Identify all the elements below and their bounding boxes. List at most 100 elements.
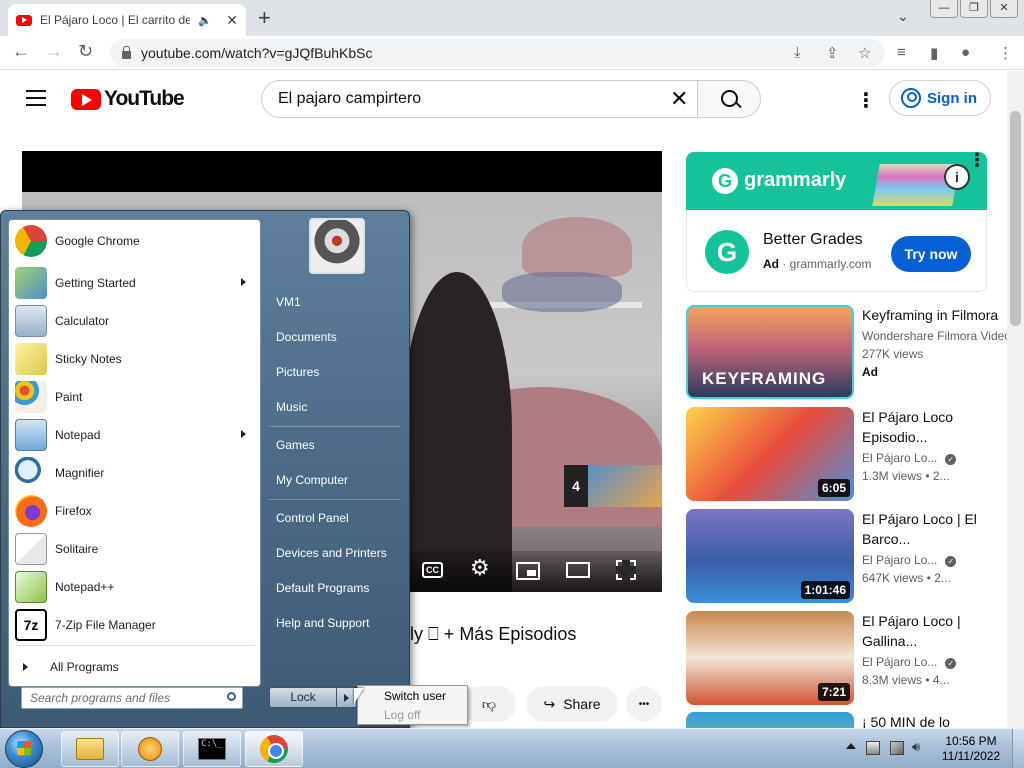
- scrollbar-thumb[interactable]: [1010, 111, 1021, 326]
- video-title[interactable]: Keyframing in Filmora: [862, 305, 1012, 325]
- tab-close-button[interactable]: ✕: [226, 12, 238, 29]
- share-button[interactable]: ↪ Share: [526, 686, 618, 722]
- start-search-input[interactable]: Search programs and files: [21, 687, 243, 709]
- channel-name[interactable]: Wondershare Filmora Video: [862, 329, 1011, 343]
- back-arrow-icon[interactable]: ←: [12, 41, 30, 62]
- start-link-pictures[interactable]: Pictures: [276, 365, 319, 379]
- channel-name[interactable]: El Pájaro Lo... ✓: [862, 451, 957, 465]
- system-clock[interactable]: 10:56 PM 11/11/2022: [936, 734, 1006, 764]
- dislike-button[interactable]: 👎︎: [462, 686, 516, 722]
- channel-name[interactable]: El Pájaro Lo... ✓: [862, 655, 957, 669]
- lock-icon[interactable]: [122, 46, 131, 59]
- bookmark-star-icon[interactable]: ☆: [858, 44, 871, 62]
- start-link-help-support[interactable]: Help and Support: [276, 616, 369, 630]
- reload-icon[interactable]: ↻: [78, 41, 93, 62]
- channel-name[interactable]: El Pájaro Lo... ✓: [862, 553, 957, 567]
- profile-icon[interactable]: ●: [961, 44, 970, 61]
- share-page-icon[interactable]: ⇪: [826, 44, 839, 62]
- start-link-music[interactable]: Music: [276, 400, 307, 414]
- start-item-7zip[interactable]: 7z 7-Zip File Manager: [13, 606, 258, 644]
- start-link-documents[interactable]: Documents: [276, 330, 337, 344]
- start-item-solitaire[interactable]: Solitaire: [13, 530, 258, 568]
- forward-arrow-icon[interactable]: →: [45, 41, 63, 62]
- settings-more-icon[interactable]: ⋮: [856, 88, 876, 113]
- lock-button[interactable]: Lock: [269, 687, 337, 708]
- start-link-default-programs[interactable]: Default Programs: [276, 581, 369, 595]
- start-link-my-computer[interactable]: My Computer: [276, 473, 348, 487]
- switch-user-item[interactable]: Switch user: [384, 689, 446, 703]
- start-button[interactable]: [5, 730, 43, 768]
- search-button[interactable]: [697, 80, 761, 118]
- grammarly-ad-banner[interactable]: G grammarly i: [686, 152, 987, 210]
- settings-gear-icon[interactable]: ⚙: [470, 555, 490, 581]
- user-account-picture[interactable]: [309, 218, 365, 274]
- media-controls-icon[interactable]: ≡: [897, 44, 906, 61]
- maximize-button[interactable]: ❐: [960, 0, 988, 18]
- video-title[interactable]: El Pájaro Loco Episodio...: [862, 407, 1012, 447]
- recommendation-item[interactable]: ¡ 50 MIN de lo: [686, 712, 1024, 728]
- video-thumbnail[interactable]: 6:05: [686, 407, 854, 501]
- recommendation-item[interactable]: 6:05 El Pájaro Loco Episodio... El Pájar…: [686, 407, 1024, 501]
- ad-more-icon[interactable]: ⋮: [968, 150, 986, 171]
- grammarly-ad-card[interactable]: G Better Grades Ad · grammarly.com Try n…: [686, 210, 987, 292]
- fullscreen-icon[interactable]: [616, 560, 636, 580]
- log-off-item[interactable]: Log off: [384, 708, 420, 722]
- url-text[interactable]: youtube.com/watch?v=gJQfBuhKbSc: [141, 45, 373, 61]
- address-bar[interactable]: youtube.com/watch?v=gJQfBuhKbSc: [110, 39, 885, 67]
- network-icon[interactable]: [890, 741, 904, 755]
- side-panel-icon[interactable]: ▮: [930, 44, 938, 62]
- taskbar-cmd-button[interactable]: C:\_: [183, 731, 241, 767]
- clear-search-icon[interactable]: ✕: [670, 86, 688, 112]
- action-center-icon[interactable]: [866, 741, 880, 755]
- chrome-menu-icon[interactable]: ⋮: [998, 44, 1013, 62]
- start-item-notepad[interactable]: Notepad: [13, 416, 258, 454]
- tab-search-icon[interactable]: ⌄: [897, 8, 909, 25]
- new-tab-button[interactable]: +: [258, 5, 271, 31]
- theater-mode-icon[interactable]: [566, 562, 590, 578]
- recommendation-item[interactable]: 1:01:46 El Pájaro Loco | El Barco... El …: [686, 509, 1024, 603]
- video-thumbnail[interactable]: 7:21: [686, 611, 854, 705]
- show-hidden-icons-icon[interactable]: [846, 743, 856, 749]
- recommendation-item[interactable]: KEYFRAMING Keyframing in Filmora Wonders…: [686, 305, 1024, 399]
- minimize-button[interactable]: —: [930, 0, 958, 18]
- show-desktop-button[interactable]: [1012, 729, 1024, 768]
- page-scrollbar[interactable]: [1007, 71, 1024, 728]
- video-thumbnail[interactable]: 1:01:46: [686, 509, 854, 603]
- start-item-getting-started[interactable]: Getting Started: [13, 264, 258, 302]
- video-title[interactable]: El Pájaro Loco | Gallina...: [862, 611, 1012, 651]
- start-link-devices-printers[interactable]: Devices and Printers: [276, 546, 387, 560]
- video-thumbnail[interactable]: [686, 712, 854, 728]
- video-thumbnail[interactable]: KEYFRAMING: [686, 305, 854, 399]
- browser-tab-youtube[interactable]: El Pájaro Loco | El carrito de 🔈 ✕: [8, 4, 246, 36]
- subtitles-button[interactable]: CC: [422, 562, 443, 578]
- video-title[interactable]: El Pájaro Loco | El Barco...: [862, 509, 1012, 549]
- start-item-google-chrome[interactable]: Google Chrome: [13, 222, 258, 260]
- start-item-paint[interactable]: Paint: [13, 378, 258, 416]
- close-window-button[interactable]: ✕: [990, 0, 1018, 18]
- start-item-magnifier[interactable]: Magnifier: [13, 454, 258, 492]
- video-title[interactable]: ¡ 50 MIN de lo: [862, 712, 1012, 728]
- sign-in-button[interactable]: Sign in: [889, 80, 991, 116]
- guide-menu-icon[interactable]: [26, 90, 46, 106]
- start-item-sticky-notes[interactable]: Sticky Notes: [13, 340, 258, 378]
- start-link-games[interactable]: Games: [276, 438, 315, 452]
- tab-audio-icon[interactable]: 🔈: [198, 14, 212, 27]
- start-link-control-panel[interactable]: Control Panel: [276, 511, 349, 525]
- search-input[interactable]: El pajaro campirtero: [261, 80, 697, 118]
- taskbar-chrome-button[interactable]: [245, 731, 303, 767]
- start-link-vm1[interactable]: VM1: [276, 295, 301, 309]
- recommendation-item[interactable]: 7:21 El Pájaro Loco | Gallina... El Pája…: [686, 611, 1024, 705]
- start-search-icon[interactable]: [227, 692, 236, 701]
- taskbar-explorer-button[interactable]: [61, 731, 119, 767]
- volume-icon[interactable]: 🔊︎: [912, 739, 926, 754]
- youtube-logo[interactable]: YouTube: [71, 87, 185, 111]
- more-actions-button[interactable]: •••: [626, 686, 662, 722]
- start-item-notepadpp[interactable]: Notepad++: [13, 568, 258, 606]
- ad-info-icon[interactable]: i: [944, 164, 970, 190]
- end-card-teaser[interactable]: 4: [564, 465, 662, 507]
- all-programs-button[interactable]: All Programs: [23, 660, 119, 674]
- install-app-icon[interactable]: ⤓: [794, 44, 801, 61]
- try-now-button[interactable]: Try now: [891, 236, 971, 272]
- start-item-firefox[interactable]: Firefox: [13, 492, 258, 530]
- miniplayer-icon[interactable]: [516, 562, 540, 580]
